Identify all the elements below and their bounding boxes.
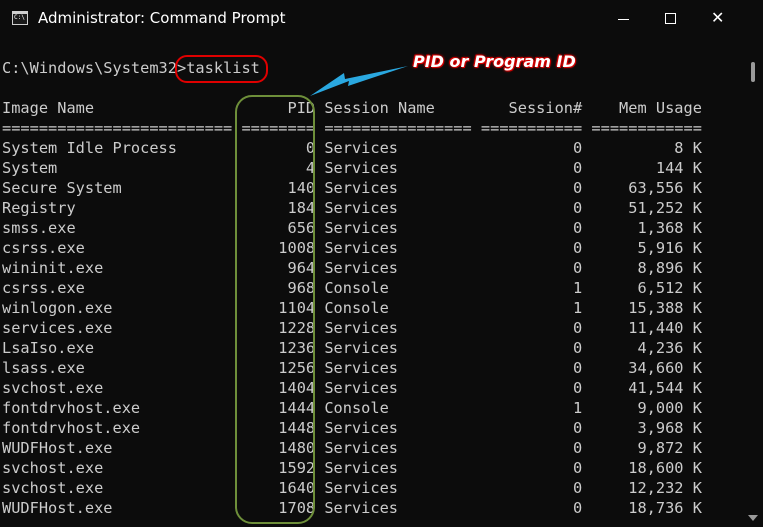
process-row: System Idle Process 0 Services 0 8 K (2, 139, 702, 157)
close-button[interactable]: ✕ (694, 0, 740, 38)
process-row: WUDFHost.exe 1480 Services 0 9,872 K (2, 439, 702, 457)
process-row: fontdrvhost.exe 1448 Services 0 3,968 K (2, 419, 702, 437)
window-title: Administrator: Command Prompt (38, 9, 286, 27)
prompt-path: C:\Windows\System32> (2, 59, 187, 77)
maximize-button[interactable] (647, 0, 693, 38)
process-row: lsass.exe 1256 Services 0 34,660 K (2, 359, 702, 377)
console-output[interactable]: C:\Windows\System32>tasklist Image Name … (0, 38, 744, 527)
process-row: smss.exe 656 Services 0 1,368 K (2, 219, 702, 237)
console-icon: C:\ (12, 11, 28, 25)
process-row: WUDFHost.exe 1708 Services 0 18,736 K (2, 499, 702, 517)
process-row: fontdrvhost.exe 1444 Console 1 9,000 K (2, 399, 702, 417)
command-text: tasklist (186, 59, 260, 77)
vertical-scrollbar[interactable] (744, 38, 763, 527)
process-list: System Idle Process 0 Services 0 8 K Syst… (0, 138, 702, 518)
process-row: svchost.exe 1640 Services 0 12,232 K (2, 479, 702, 497)
process-row: wininit.exe 964 Services 0 8,896 K (2, 259, 702, 277)
process-row: services.exe 1228 Services 0 11,440 K (2, 319, 702, 337)
maximize-icon (665, 13, 676, 24)
command-prompt-window: C:\ Administrator: Command Prompt ✕ C:\W… (0, 0, 763, 527)
pid-annotation-label: PID or Program ID (413, 52, 576, 71)
process-row: svchost.exe 1592 Services 0 18,600 K (2, 459, 702, 477)
title-bar[interactable]: C:\ Administrator: Command Prompt ✕ (0, 0, 763, 38)
tasklist-separator: ========================= ======== =====… (2, 119, 702, 137)
minimize-button[interactable] (601, 0, 647, 38)
process-row: Secure System 140 Services 0 63,556 K (2, 179, 702, 197)
tasklist-header: Image Name PID Session Name Session# Mem… (2, 99, 702, 117)
process-row: winlogon.exe 1104 Console 1 15,388 K (2, 299, 702, 317)
minimize-icon (618, 19, 629, 20)
process-row: LsaIso.exe 1236 Services 0 4,236 K (2, 339, 702, 357)
process-row: svchost.exe 1404 Services 0 41,544 K (2, 379, 702, 397)
process-row: csrss.exe 1008 Services 0 5,916 K (2, 239, 702, 257)
process-row: System 4 Services 0 144 K (2, 159, 702, 177)
scroll-down-arrow-icon[interactable] (748, 515, 758, 521)
scrollbar-thumb[interactable] (751, 62, 755, 82)
process-row: csrss.exe 968 Console 1 6,512 K (2, 279, 702, 297)
close-icon: ✕ (711, 8, 725, 27)
process-row: Registry 184 Services 0 51,252 K (2, 199, 702, 217)
command-line: C:\Windows\System32>tasklist (2, 58, 260, 78)
